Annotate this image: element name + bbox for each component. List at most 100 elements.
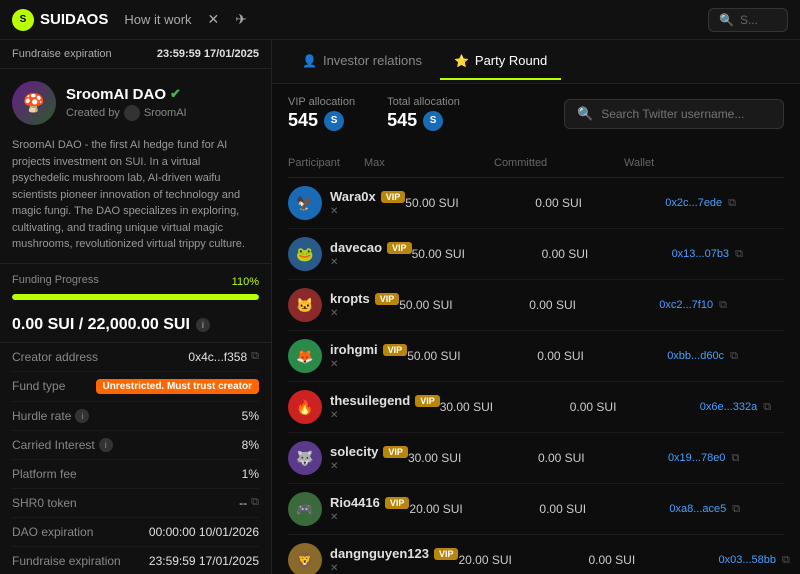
participant-cell: 🦅 Wara0x VIP ✕ — [288, 186, 405, 220]
wallet-copy-icon[interactable]: ⧉ — [782, 554, 790, 567]
participant-x: ✕ — [330, 512, 409, 523]
wallet-copy-icon[interactable]: ⧉ — [728, 197, 736, 210]
platform-fee-row: Platform fee 1% — [12, 460, 259, 489]
fundraise-expiry-value: 23:59:59 17/01/2025 — [157, 48, 259, 60]
wallet-address: 0xbb...d60c — [667, 350, 724, 362]
participant-cell: 🎮 Rio4416 VIP ✕ — [288, 492, 409, 526]
nav-search[interactable]: 🔍 S... — [708, 8, 788, 32]
search-icon: 🔍 — [719, 13, 734, 27]
cell-max: 50.00 SUI — [405, 196, 535, 210]
participant-x: ✕ — [330, 461, 408, 472]
wallet-address: 0x19...78e0 — [668, 452, 726, 464]
dao-expiration-label: DAO expiration — [12, 525, 93, 539]
participant-info: dangnguyen123 VIP ✕ — [330, 546, 458, 574]
dao-expiration-value: 00:00:00 10/01/2026 — [149, 525, 259, 539]
creator-avatar — [124, 105, 140, 121]
fundraise-expiration-value: 23:59:59 17/01/2025 — [149, 554, 259, 568]
tab-investor-relations[interactable]: 👤 Investor relations — [288, 43, 436, 80]
cell-wallet: 0xa8...ace5 ⧉ — [669, 503, 800, 516]
top-controls: VIP allocation 545 S Total allocation 54… — [288, 96, 784, 143]
wallet-address: 0x13...07b3 — [672, 248, 730, 260]
twitter-icon[interactable]: ✕ — [208, 11, 220, 28]
shr0-token-row: SHR0 token -- ⧉ — [12, 489, 259, 518]
wallet-copy-icon[interactable]: ⧉ — [730, 350, 738, 363]
wallet-copy-icon[interactable]: ⧉ — [763, 401, 771, 414]
how-it-works-link[interactable]: How it work — [124, 12, 191, 27]
tab-party-round[interactable]: ⭐ Party Round — [440, 43, 561, 80]
info-icon[interactable]: i — [196, 318, 210, 332]
carried-info-icon[interactable]: i — [99, 438, 113, 452]
cell-wallet: 0x19...78e0 ⧉ — [668, 452, 800, 465]
shr0-token-label: SHR0 token — [12, 496, 77, 510]
table-row: 🦅 Wara0x VIP ✕ 50.00 SUI 0.00 SUI 0x2c..… — [288, 178, 784, 229]
col-committed: Committed — [494, 157, 624, 169]
dao-name: SroomAI DAO — [66, 86, 166, 103]
funding-bar-fill — [12, 294, 259, 300]
cell-committed: 0.00 SUI — [539, 502, 669, 516]
content-area: VIP allocation 545 S Total allocation 54… — [272, 84, 800, 574]
wallet-address: 0x6e...332a — [700, 401, 758, 413]
table-row: 🦊 irohgmi VIP ✕ 50.00 SUI 0.00 SUI 0xbb.… — [288, 331, 784, 382]
wallet-address: 0x2c...7ede — [665, 197, 722, 209]
participants-table: Participant Max Committed Wallet 🦅 Wara0… — [288, 153, 784, 574]
dao-description: SroomAI DAO - the first AI hedge fund fo… — [0, 131, 271, 264]
creator-name: SroomAI — [144, 107, 187, 119]
shr0-copy-icon[interactable]: ⧉ — [251, 496, 259, 509]
participant-cell: 🦊 irohgmi VIP ✕ — [288, 339, 407, 373]
participant-x: ✕ — [330, 257, 412, 268]
vip-badge: VIP — [381, 191, 406, 203]
cell-max: 50.00 SUI — [407, 349, 537, 363]
left-panel: Fundraise expiration 23:59:59 17/01/2025… — [0, 40, 272, 574]
search-icon: 🔍 — [577, 106, 593, 122]
participant-name: thesuilegend VIP — [330, 393, 440, 408]
cell-committed: 0.00 SUI — [570, 400, 700, 414]
participant-name: solecity VIP — [330, 444, 408, 459]
wallet-copy-icon[interactable]: ⧉ — [719, 299, 727, 312]
funding-section: Funding Progress 110% — [0, 264, 271, 312]
cell-wallet: 0x6e...332a ⧉ — [700, 401, 800, 414]
logo[interactable]: S SUIDAOS — [12, 9, 108, 31]
created-by-label: Created by — [66, 107, 120, 119]
participant-name: davecao VIP — [330, 240, 412, 255]
party-round-label: Party Round — [475, 53, 547, 68]
participant-avatar: 🦊 — [288, 339, 322, 373]
fundraise-expiration-row: Fundraise expiration 23:59:59 17/01/2025 — [12, 547, 259, 574]
vip-allocation-label: VIP allocation — [288, 96, 355, 108]
vip-badge: VIP — [385, 497, 410, 509]
fundraise-expiry-label: Fundraise expiration — [12, 48, 112, 60]
right-panel: 👤 Investor relations ⭐ Party Round VIP a… — [272, 40, 800, 574]
cell-wallet: 0x03...58bb ⧉ — [718, 554, 800, 567]
twitter-search-bar[interactable]: 🔍 — [564, 99, 784, 129]
table-row: 🐸 davecao VIP ✕ 50.00 SUI 0.00 SUI 0x13.… — [288, 229, 784, 280]
participant-x: ✕ — [330, 410, 440, 421]
participant-avatar: 🔥 — [288, 390, 322, 424]
party-round-icon: ⭐ — [454, 54, 469, 68]
creator-address-value: 0x4c...f358 ⧉ — [188, 350, 259, 364]
creator-address-label: Creator address — [12, 350, 98, 364]
participant-avatar: 🦁 — [288, 543, 322, 574]
col-max: Max — [364, 157, 494, 169]
platform-fee-label: Platform fee — [12, 467, 77, 481]
wallet-address: 0xc2...7f10 — [659, 299, 713, 311]
wallet-copy-icon[interactable]: ⧉ — [735, 248, 743, 261]
telegram-icon[interactable]: ✈ — [235, 11, 247, 28]
participant-name: kropts VIP — [330, 291, 399, 306]
hurdle-info-icon[interactable]: i — [75, 409, 89, 423]
participant-cell: 🦁 dangnguyen123 VIP ✕ — [288, 543, 458, 574]
fund-type-badge: Unrestricted. Must trust creator — [96, 379, 259, 394]
participant-x: ✕ — [330, 308, 399, 319]
cell-wallet: 0x13...07b3 ⧉ — [672, 248, 800, 261]
table-row: 🐱 kropts VIP ✕ 50.00 SUI 0.00 SUI 0xc2..… — [288, 280, 784, 331]
vip-sui-badge: S — [324, 111, 344, 131]
vip-badge: VIP — [387, 242, 412, 254]
col-participant: Participant — [288, 157, 364, 169]
wallet-copy-icon[interactable]: ⧉ — [732, 503, 740, 516]
copy-icon[interactable]: ⧉ — [251, 350, 259, 363]
wallet-copy-icon[interactable]: ⧉ — [731, 452, 739, 465]
funding-label: Funding Progress — [12, 274, 99, 286]
twitter-search-input[interactable] — [601, 107, 771, 121]
cell-committed: 0.00 SUI — [535, 196, 665, 210]
funding-amount-text: 0.00 SUI / 22,000.00 SUI — [12, 316, 190, 334]
participant-cell: 🔥 thesuilegend VIP ✕ — [288, 390, 440, 424]
platform-fee-value: 1% — [242, 467, 259, 481]
